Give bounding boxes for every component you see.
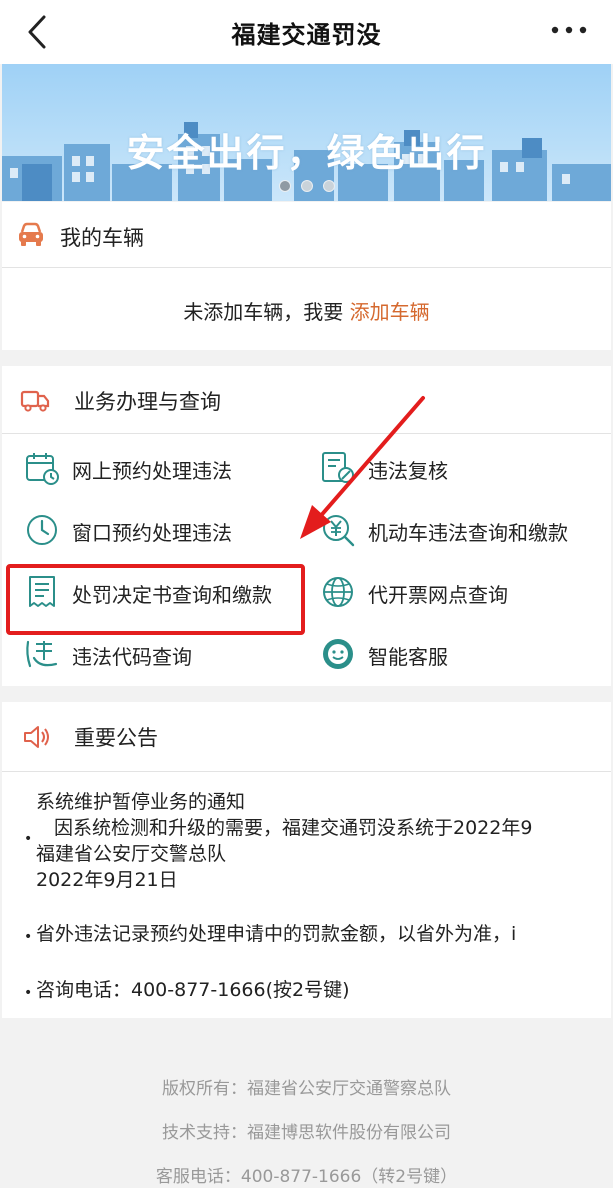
announcement-section: 重要公告 系统维护暂停业务的通知 • 因系统检测和升级的需要，福建交通罚没系统于…: [2, 702, 611, 1018]
smart-customer-service-item[interactable]: 智能客服: [320, 630, 610, 678]
business-title: 业务办理与查询: [74, 390, 221, 414]
nav-bar: 福建交通罚没: [0, 0, 613, 64]
highlight-box: [6, 564, 305, 635]
customer-service-icon: [323, 639, 353, 669]
online-appointment-item[interactable]: 网上预约处理违法: [24, 444, 314, 492]
my-vehicles-title: 我的车辆: [60, 226, 144, 250]
my-vehicles-section: 我的车辆 未添加车辆，我要 添加车辆: [2, 202, 611, 350]
vehicle-violation-payment-label: 机动车违法查询和缴款: [368, 521, 568, 545]
promo-banner[interactable]: 安全出行，绿色出行: [2, 64, 611, 201]
violation-review-label: 违法复核: [368, 459, 448, 483]
truck-icon: [20, 390, 50, 412]
banner-slogan: 安全出行，绿色出行: [126, 131, 487, 175]
yuan-search-icon: [323, 515, 355, 547]
violation-code-icon: [26, 640, 58, 668]
business-header: 业务办理与查询: [2, 366, 611, 434]
bullet: •: [24, 929, 33, 945]
online-appointment-label: 网上预约处理违法: [72, 459, 232, 483]
add-vehicle-link[interactable]: 添加车辆: [350, 300, 430, 324]
vehicle-empty-hint: 未添加车辆，我要 添加车辆: [2, 296, 611, 325]
business-section: 业务办理与查询 网上预约处理违法 违法复核 窗口预约处理违法 机动车违法查询和缴…: [2, 366, 611, 686]
window-appointment-label: 窗口预约处理违法: [72, 521, 232, 545]
review-document-icon: [322, 452, 354, 483]
globe-icon: [323, 577, 353, 607]
copyright-text: 版权所有：福建省公安厅交通警察总队: [162, 1079, 451, 1099]
carousel-dot[interactable]: [301, 180, 313, 192]
smart-customer-service-label: 智能客服: [368, 645, 448, 669]
calendar-icon: [26, 453, 59, 485]
notice-hotline[interactable]: 咨询电话：400-877-1666(按2号键): [36, 977, 350, 1003]
page-title: 福建交通罚没: [231, 21, 382, 49]
invoice-outlet-query-label: 代开票网点查询: [368, 583, 508, 607]
notice-issuer: 福建省公安厅交警总队: [36, 843, 227, 865]
notice-title[interactable]: 系统维护暂停业务的通知: [36, 789, 245, 815]
bullet: •: [24, 985, 33, 1001]
footer: 版权所有：福建省公安厅交通警察总队 技术支持：福建博思软件股份有限公司 客服电话…: [0, 1075, 613, 1188]
bullet: •: [24, 831, 33, 847]
car-icon: [19, 222, 43, 246]
hotline-text: 客服电话：400-877-1666（转2号键）: [155, 1167, 458, 1187]
window-appointment-item[interactable]: 窗口预约处理违法: [24, 506, 314, 554]
violation-code-query-item[interactable]: 违法代码查询: [24, 630, 314, 678]
carousel-dot[interactable]: [279, 180, 291, 192]
my-vehicles-header: 我的车辆: [2, 202, 611, 268]
invoice-outlet-query-item[interactable]: 代开票网点查询: [320, 568, 610, 616]
notice-fine-note[interactable]: 省外违法记录预约处理申请中的罚款金额，以省外为准，i: [36, 921, 516, 947]
notice-date: 2022年9月21日: [36, 869, 178, 891]
carousel-indicator: [279, 180, 335, 192]
tech-support-text: 技术支持：福建博思软件股份有限公司: [162, 1123, 451, 1143]
carousel-dot[interactable]: [323, 180, 335, 192]
announcement-list: 系统维护暂停业务的通知 • 因系统检测和升级的需要，福建交通罚没系统于2022年…: [2, 702, 611, 1018]
more-icon[interactable]: [549, 18, 589, 42]
vehicle-empty-text: 未添加车辆，我要: [183, 300, 344, 324]
violation-code-query-label: 违法代码查询: [72, 645, 192, 669]
clock-icon: [27, 515, 57, 545]
vehicle-violation-payment-item[interactable]: 机动车违法查询和缴款: [320, 506, 610, 554]
violation-review-item[interactable]: 违法复核: [320, 444, 610, 492]
notice-content[interactable]: 因系统检测和升级的需要，福建交通罚没系统于2022年9: [54, 815, 532, 841]
